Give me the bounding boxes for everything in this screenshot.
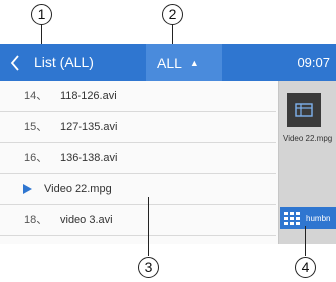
- callout-3-leader: [148, 197, 149, 256]
- chevron-left-icon: [10, 54, 19, 71]
- thumbnails-button-label: humbn: [306, 213, 331, 223]
- file-list: 14、 118-126.avi 15、 127-135.avi 16、 136-…: [0, 81, 278, 244]
- grid-icon: [284, 211, 302, 225]
- callout-4-leader: [305, 226, 306, 256]
- item-index: 15、: [24, 121, 48, 133]
- now-playing-thumbnail[interactable]: [287, 93, 321, 127]
- callout-3: 3: [138, 257, 159, 278]
- callout-4: 4: [295, 257, 316, 278]
- now-playing-sidebar: Video 22.mpg humbn: [278, 81, 336, 244]
- list-title: List (ALL): [34, 54, 94, 70]
- list-item[interactable]: 16、 136-138.avi: [0, 143, 276, 174]
- list-item[interactable]: 14、 118-126.avi: [0, 81, 276, 112]
- triangle-up-icon: ▲: [189, 57, 199, 68]
- item-index: 16、: [24, 152, 48, 164]
- top-bar: List (ALL) ALL ▲ 09:07: [0, 44, 336, 81]
- item-filename: 127-135.avi: [60, 121, 118, 133]
- item-filename: 118-126.avi: [60, 90, 117, 102]
- play-icon: [23, 184, 32, 194]
- item-filename: Video 22.mpg: [44, 183, 112, 195]
- thumbnails-view-button[interactable]: humbn: [280, 207, 336, 229]
- item-filename: video 3.avi: [60, 214, 113, 226]
- list-item-now-playing[interactable]: Video 22.mpg: [0, 174, 276, 205]
- item-index: 14、: [24, 90, 48, 102]
- now-playing-title: Video 22.mpg: [283, 134, 333, 143]
- filter-dropdown-button[interactable]: ALL ▲: [146, 44, 222, 81]
- callout-1: 1: [31, 4, 52, 25]
- list-item[interactable]: 15、 127-135.avi: [0, 112, 276, 143]
- video-thumbnail-icon: [295, 103, 313, 117]
- item-index: 18、: [24, 214, 48, 226]
- list-item[interactable]: 18、 video 3.avi: [0, 205, 276, 236]
- back-button[interactable]: [0, 44, 30, 81]
- item-filename: 136-138.avi: [60, 152, 118, 164]
- clock: 09:07: [297, 55, 330, 70]
- media-player-screen: List (ALL) ALL ▲ 09:07 14、 118-126.avi 1…: [0, 44, 336, 244]
- callout-2: 2: [162, 4, 183, 25]
- filter-label: ALL: [157, 54, 182, 71]
